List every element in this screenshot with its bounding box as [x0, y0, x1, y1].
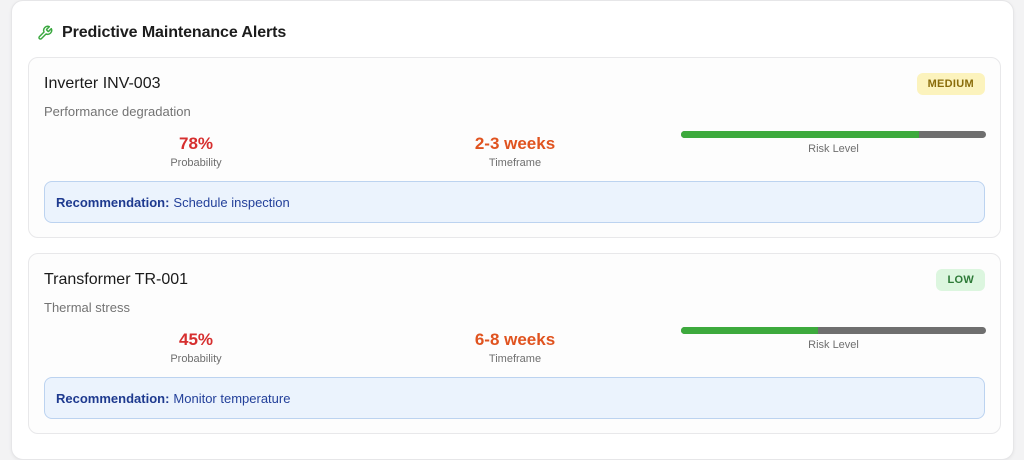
recommendation-box: Recommendation: Schedule inspection — [44, 181, 985, 223]
timeframe-metric: 2-3 weeks Timeframe — [415, 134, 615, 169]
probability-metric: 78% Probability — [96, 134, 296, 169]
recommendation-box: Recommendation: Monitor temperature — [44, 377, 985, 419]
recommendation-text: Monitor temperature — [173, 390, 291, 406]
probability-value: 45% — [178, 330, 214, 349]
alert-title: Transformer TR-001 — [44, 271, 189, 288]
alert-description: Thermal stress — [44, 300, 130, 315]
probability-label: Probability — [170, 157, 222, 169]
recommendation-label: Recommendation: — [56, 194, 170, 210]
risk-bar — [681, 327, 986, 334]
alert-description: Performance degradation — [44, 104, 191, 119]
maintenance-alerts-panel: Predictive Maintenance Alerts Inverter I… — [11, 0, 1014, 460]
risk-bar-fill — [681, 131, 919, 138]
probability-value: 78% — [178, 134, 214, 153]
alert-card-inverter[interactable]: Inverter INV-003 MEDIUM Performance degr… — [28, 57, 1001, 238]
risk-level-label: Risk Level — [808, 339, 859, 351]
risk-bar-fill — [681, 327, 819, 334]
severity-badge: LOW — [936, 269, 985, 291]
panel-header: Predictive Maintenance Alerts — [37, 22, 286, 44]
wrench-icon — [37, 25, 53, 41]
risk-bar — [681, 131, 986, 138]
alert-title: Inverter INV-003 — [44, 75, 161, 92]
risk-level-label: Risk Level — [808, 143, 859, 155]
panel-title: Predictive Maintenance Alerts — [62, 24, 287, 41]
alert-card-transformer[interactable]: Transformer TR-001 LOW Thermal stress 45… — [28, 253, 1001, 434]
risk-level-meter: Risk Level — [681, 327, 986, 351]
recommendation-label: Recommendation: — [56, 390, 170, 406]
timeframe-label: Timeframe — [488, 353, 542, 365]
recommendation-text: Schedule inspection — [173, 194, 290, 210]
probability-label: Probability — [170, 353, 222, 365]
timeframe-value: 6-8 weeks — [474, 330, 556, 349]
timeframe-metric: 6-8 weeks Timeframe — [415, 330, 615, 365]
timeframe-label: Timeframe — [488, 157, 542, 169]
timeframe-value: 2-3 weeks — [474, 134, 556, 153]
severity-badge: MEDIUM — [916, 73, 985, 95]
risk-level-meter: Risk Level — [681, 131, 986, 155]
probability-metric: 45% Probability — [96, 330, 296, 365]
